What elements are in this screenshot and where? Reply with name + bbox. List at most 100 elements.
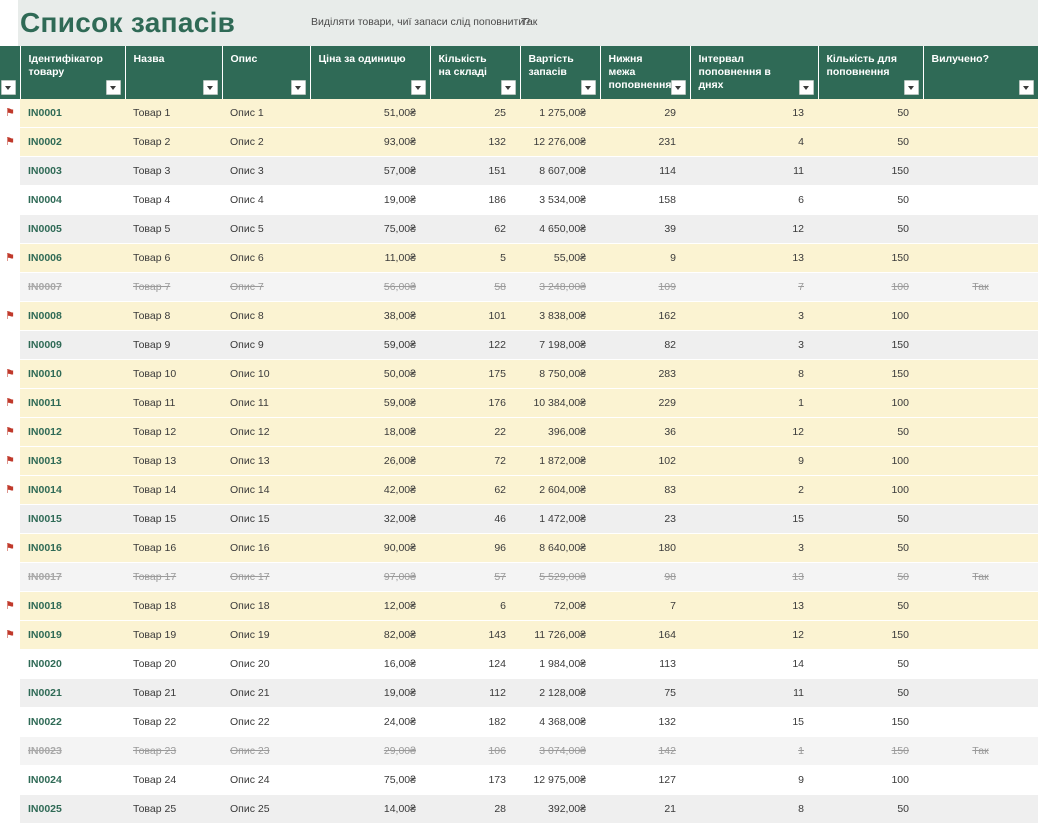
table-row[interactable]: ⚑IN0016Товар 16Опис 1690,00₴968 640,00₴1… <box>0 534 1038 563</box>
cell-name: Товар 6 <box>125 244 222 273</box>
table-row[interactable]: IN0020Товар 20Опис 2016,00₴1241 984,00₴1… <box>0 650 1038 679</box>
cell-qty: 96 <box>430 534 520 563</box>
table-row[interactable]: IN0023Товар 23Опис 2329,00₴1063 074,00₴1… <box>0 737 1038 766</box>
filter-dropdown-icon-low[interactable] <box>671 80 686 95</box>
cell-price: 90,00₴ <box>310 534 430 563</box>
cell-price: 82,00₴ <box>310 621 430 650</box>
column-header-price[interactable]: Ціна за одиницю <box>310 46 430 99</box>
filter-dropdown-icon-removed[interactable] <box>1019 80 1034 95</box>
row-flag-cell: ⚑ <box>0 389 20 418</box>
cell-id: IN0024 <box>20 766 125 795</box>
table-row[interactable]: ⚑IN0006Товар 6Опис 611,00₴555,00₴913150 <box>0 244 1038 273</box>
table-row[interactable]: IN0004Товар 4Опис 419,00₴1863 534,00₴158… <box>0 186 1038 215</box>
table-row[interactable]: IN0003Товар 3Опис 357,00₴1518 607,00₴114… <box>0 157 1038 186</box>
cell-name: Товар 15 <box>125 505 222 534</box>
cell-interval: 8 <box>690 795 818 824</box>
column-header-low-label: Нижня межа поповнення <box>609 53 672 91</box>
cell-id: IN0001 <box>20 99 125 128</box>
cell-low: 39 <box>600 215 690 244</box>
cell-id: IN0004 <box>20 186 125 215</box>
column-header-value[interactable]: Вартість запасів <box>520 46 600 99</box>
filter-dropdown-icon-id[interactable] <box>106 80 121 95</box>
table-row[interactable]: ⚑IN0019Товар 19Опис 1982,00₴14311 726,00… <box>0 621 1038 650</box>
table-row[interactable]: IN0005Товар 5Опис 575,00₴624 650,00₴3912… <box>0 215 1038 244</box>
cell-qty: 112 <box>430 679 520 708</box>
filter-dropdown-icon-desc[interactable] <box>291 80 306 95</box>
table-row[interactable]: ⚑IN0010Товар 10Опис 1050,00₴1758 750,00₴… <box>0 360 1038 389</box>
column-header-interval[interactable]: Інтервал поповнення в днях <box>690 46 818 99</box>
cell-value: 1 472,00₴ <box>520 505 600 534</box>
column-header-removed[interactable]: Вилучено? <box>923 46 1038 99</box>
cell-desc: Опис 24 <box>222 766 310 795</box>
inventory-table: Ідентифікатор товару Назва Опис Ціна за … <box>0 46 1038 824</box>
cell-desc: Опис 11 <box>222 389 310 418</box>
cell-name: Товар 18 <box>125 592 222 621</box>
row-flag-cell: ⚑ <box>0 447 20 476</box>
highlight-answer-value[interactable]: Так <box>521 16 537 28</box>
cell-low: 158 <box>600 186 690 215</box>
cell-reorder: 100 <box>818 766 923 795</box>
cell-id: IN0006 <box>20 244 125 273</box>
table-row[interactable]: ⚑IN0012Товар 12Опис 1218,00₴22396,00₴361… <box>0 418 1038 447</box>
cell-interval: 12 <box>690 418 818 447</box>
cell-reorder: 100 <box>818 273 923 302</box>
cell-id: IN0003 <box>20 157 125 186</box>
table-row[interactable]: IN0022Товар 22Опис 2224,00₴1824 368,00₴1… <box>0 708 1038 737</box>
table-row[interactable]: IN0025Товар 25Опис 2514,00₴28392,00₴2185… <box>0 795 1038 824</box>
cell-desc: Опис 14 <box>222 476 310 505</box>
column-header-desc[interactable]: Опис <box>222 46 310 99</box>
table-row[interactable]: IN0009Товар 9Опис 959,00₴1227 198,00₴823… <box>0 331 1038 360</box>
table-row[interactable]: IN0007Товар 7Опис 756,00₴583 248,00₴1097… <box>0 273 1038 302</box>
row-flag-cell: ⚑ <box>0 128 20 157</box>
cell-removed <box>923 505 1038 534</box>
column-header-name[interactable]: Назва <box>125 46 222 99</box>
filter-dropdown-icon-value[interactable] <box>581 80 596 95</box>
flag-icon: ⚑ <box>5 311 15 322</box>
cell-interval: 3 <box>690 534 818 563</box>
cell-id: IN0019 <box>20 621 125 650</box>
filter-dropdown-icon-flag[interactable] <box>1 80 16 95</box>
column-header-qty[interactable]: Кількість на складі <box>430 46 520 99</box>
filter-dropdown-icon-name[interactable] <box>203 80 218 95</box>
cell-interval: 12 <box>690 621 818 650</box>
column-header-low[interactable]: Нижня межа поповнення <box>600 46 690 99</box>
cell-interval: 13 <box>690 244 818 273</box>
cell-removed: Так <box>923 737 1038 766</box>
cell-interval: 1 <box>690 389 818 418</box>
table-row[interactable]: ⚑IN0018Товар 18Опис 1812,00₴672,00₴71350 <box>0 592 1038 621</box>
cell-price: 32,00₴ <box>310 505 430 534</box>
cell-desc: Опис 1 <box>222 99 310 128</box>
table-row[interactable]: IN0024Товар 24Опис 2475,00₴17312 975,00₴… <box>0 766 1038 795</box>
table-row[interactable]: IN0015Товар 15Опис 1532,00₴461 472,00₴23… <box>0 505 1038 534</box>
filter-dropdown-icon-price[interactable] <box>411 80 426 95</box>
table-row[interactable]: ⚑IN0002Товар 2Опис 293,00₴13212 276,00₴2… <box>0 128 1038 157</box>
filter-dropdown-icon-reorder[interactable] <box>904 80 919 95</box>
cell-low: 283 <box>600 360 690 389</box>
row-flag-cell <box>0 505 20 534</box>
cell-value: 3 838,00₴ <box>520 302 600 331</box>
cell-interval: 14 <box>690 650 818 679</box>
table-row[interactable]: ⚑IN0014Товар 14Опис 1442,00₴622 604,00₴8… <box>0 476 1038 505</box>
column-header-reorder[interactable]: Кількість для поповнення <box>818 46 923 99</box>
cell-name: Товар 10 <box>125 360 222 389</box>
cell-desc: Опис 16 <box>222 534 310 563</box>
cell-reorder: 100 <box>818 447 923 476</box>
filter-dropdown-icon-qty[interactable] <box>501 80 516 95</box>
cell-removed <box>923 621 1038 650</box>
table-row[interactable]: ⚑IN0001Товар 1Опис 151,00₴251 275,00₴291… <box>0 99 1038 128</box>
cell-value: 55,00₴ <box>520 244 600 273</box>
table-row[interactable]: ⚑IN0008Товар 8Опис 838,00₴1013 838,00₴16… <box>0 302 1038 331</box>
column-header-id[interactable]: Ідентифікатор товару <box>20 46 125 99</box>
cell-low: 231 <box>600 128 690 157</box>
cell-qty: 25 <box>430 99 520 128</box>
cell-qty: 6 <box>430 592 520 621</box>
table-row[interactable]: ⚑IN0013Товар 13Опис 1326,00₴721 872,00₴1… <box>0 447 1038 476</box>
cell-interval: 13 <box>690 563 818 592</box>
table-row[interactable]: ⚑IN0011Товар 11Опис 1159,00₴17610 384,00… <box>0 389 1038 418</box>
inventory-sheet: Список запасів Виділяти товари, чиї запа… <box>0 0 1038 800</box>
cell-id: IN0020 <box>20 650 125 679</box>
cell-qty: 106 <box>430 737 520 766</box>
filter-dropdown-icon-interval[interactable] <box>799 80 814 95</box>
table-row[interactable]: IN0017Товар 17Опис 1797,00₴575 529,00₴98… <box>0 563 1038 592</box>
table-row[interactable]: IN0021Товар 21Опис 2119,00₴1122 128,00₴7… <box>0 679 1038 708</box>
